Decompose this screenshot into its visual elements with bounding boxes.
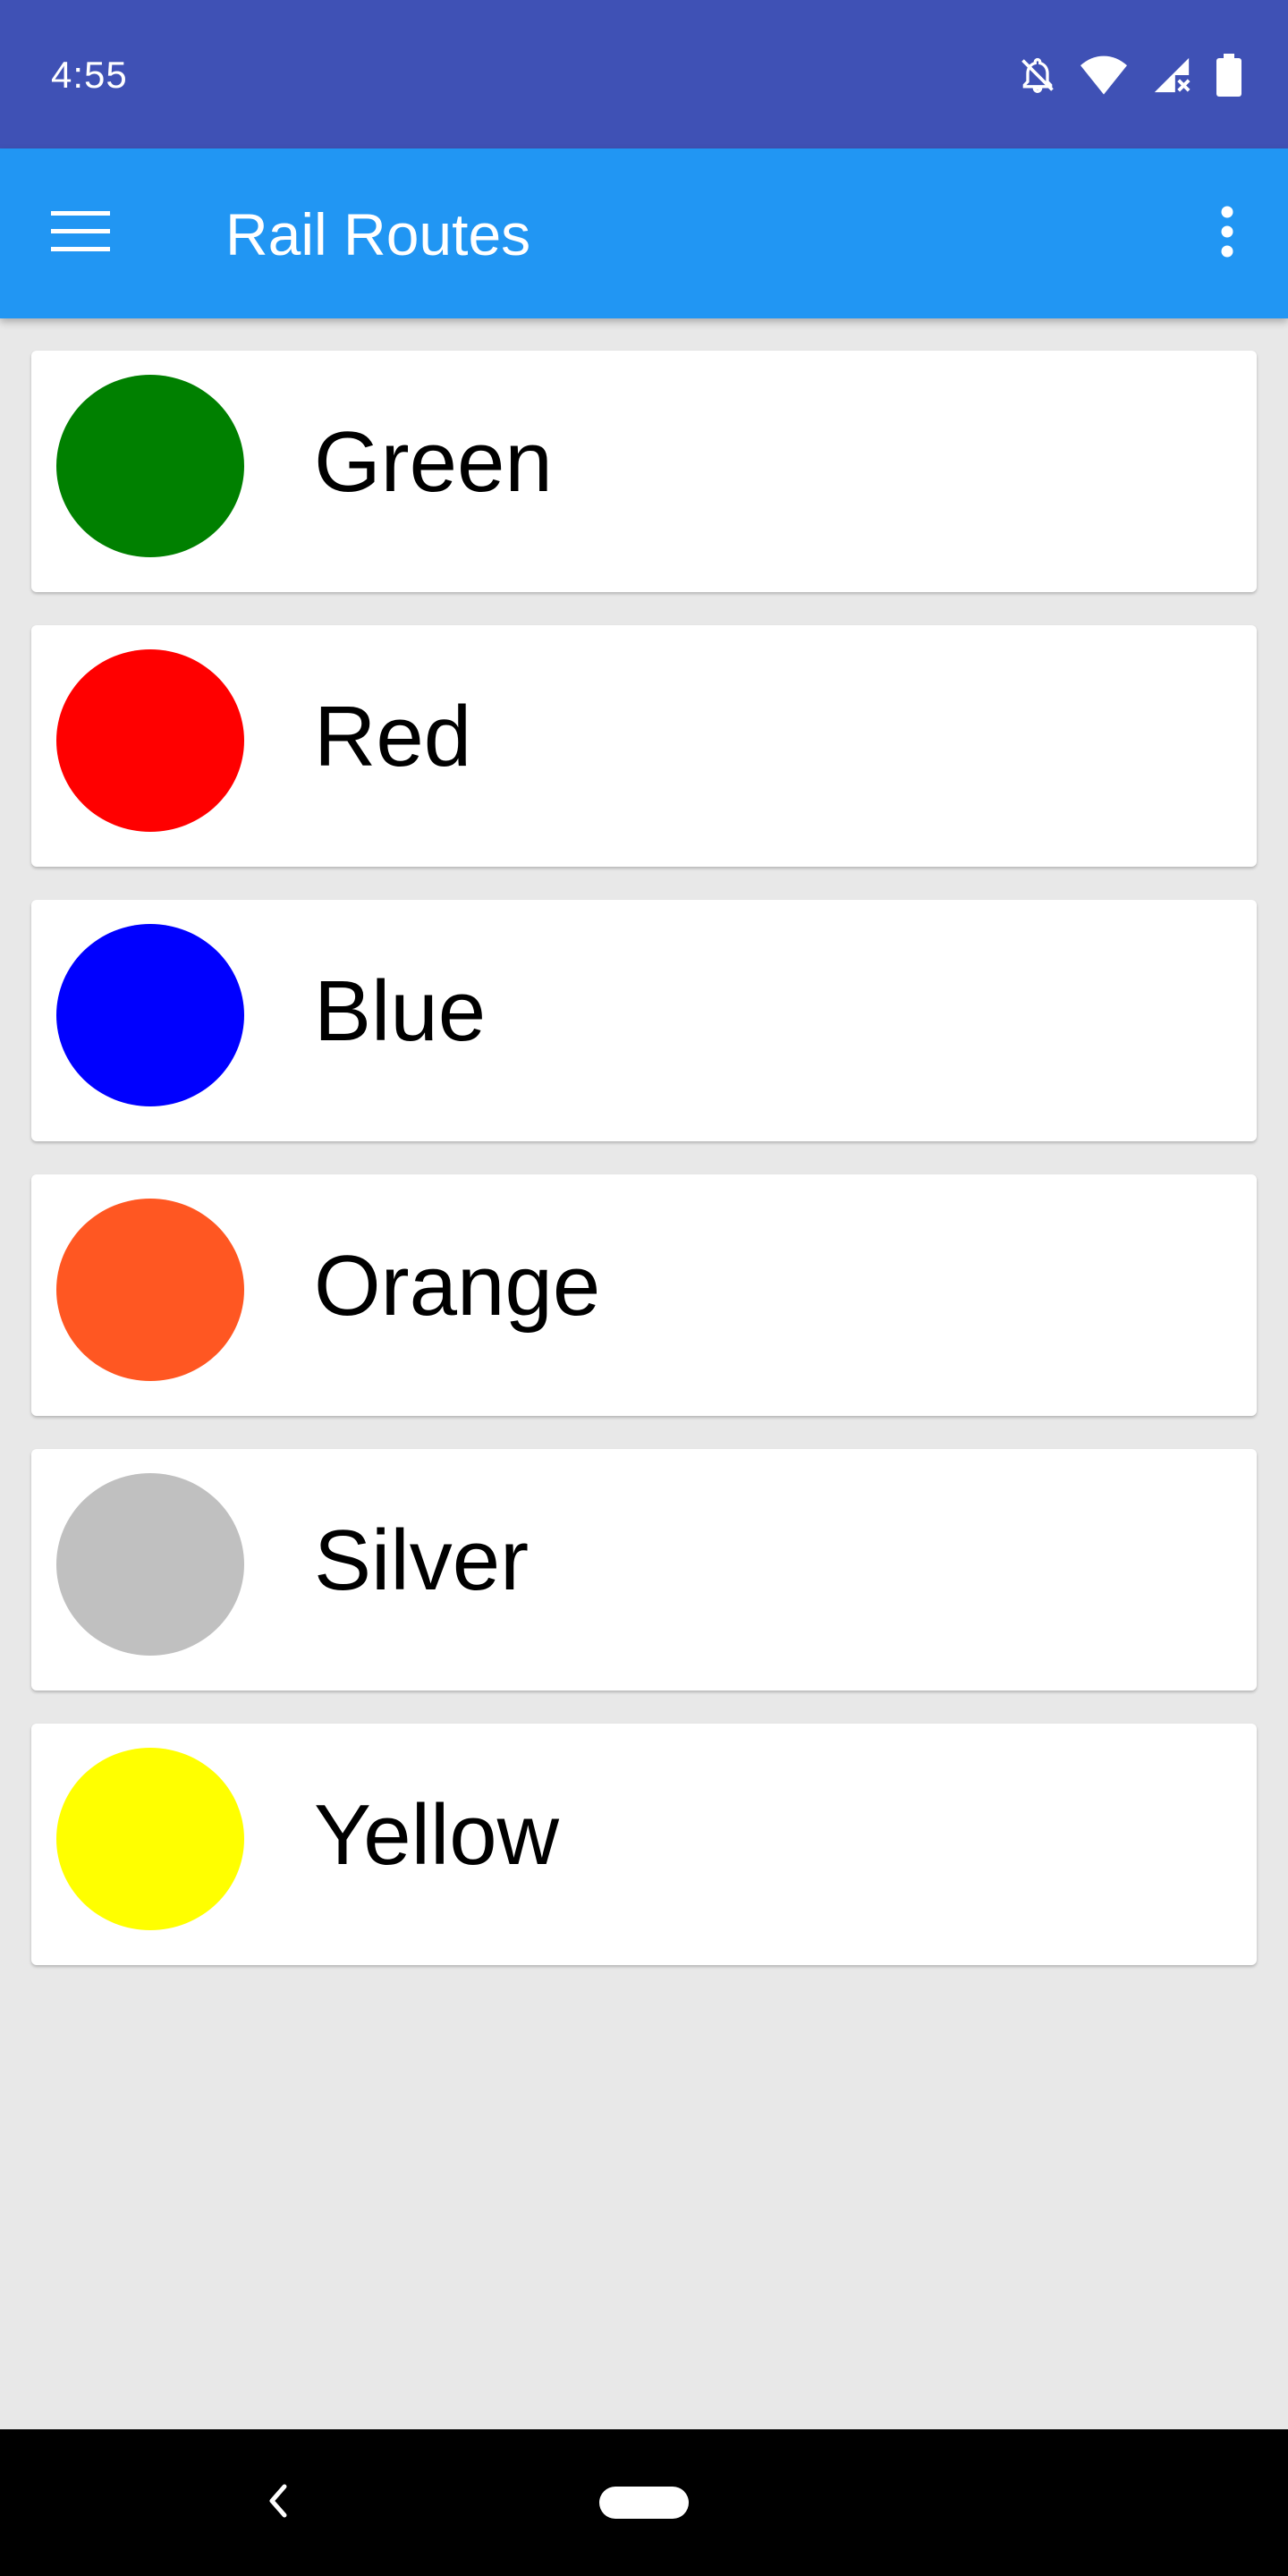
back-icon	[267, 2483, 288, 2523]
home-pill-button[interactable]	[599, 2487, 689, 2519]
status-icons	[1018, 52, 1241, 98]
route-list: Green Red Blue Orange Silver Yellow	[31, 351, 1257, 1998]
notifications-off-icon	[1018, 54, 1057, 97]
status-bar: 4:55	[0, 0, 1288, 148]
overflow-menu-icon	[1220, 206, 1234, 262]
route-color-swatch	[56, 375, 244, 557]
route-card-silver[interactable]: Silver	[31, 1449, 1257, 1690]
route-color-swatch	[56, 649, 244, 832]
route-color-swatch	[56, 1199, 244, 1381]
route-card-orange[interactable]: Orange	[31, 1174, 1257, 1416]
back-button[interactable]	[250, 2467, 304, 2538]
route-name: Orange	[314, 1238, 601, 1334]
route-color-swatch	[56, 1473, 244, 1656]
status-time: 4:55	[51, 54, 128, 96]
wifi-icon	[1080, 55, 1127, 95]
route-name: Silver	[314, 1513, 530, 1608]
route-name: Green	[314, 414, 553, 510]
route-name: Yellow	[314, 1787, 559, 1883]
cell-signal-icon	[1150, 55, 1193, 96]
app-bar: Rail Routes	[0, 148, 1288, 318]
battery-icon	[1216, 54, 1241, 97]
route-name: Blue	[314, 963, 487, 1059]
route-name: Red	[314, 689, 472, 784]
menu-button[interactable]	[38, 191, 123, 276]
route-card-red[interactable]: Red	[31, 625, 1257, 867]
page-title: Rail Routes	[225, 201, 531, 267]
system-nav-bar	[0, 2429, 1288, 2576]
route-color-swatch	[56, 1748, 244, 1930]
overflow-menu-button[interactable]	[1184, 191, 1270, 276]
route-card-blue[interactable]: Blue	[31, 900, 1257, 1141]
route-card-green[interactable]: Green	[31, 351, 1257, 592]
route-color-swatch	[56, 924, 244, 1106]
menu-icon	[51, 210, 110, 257]
route-card-yellow[interactable]: Yellow	[31, 1724, 1257, 1965]
